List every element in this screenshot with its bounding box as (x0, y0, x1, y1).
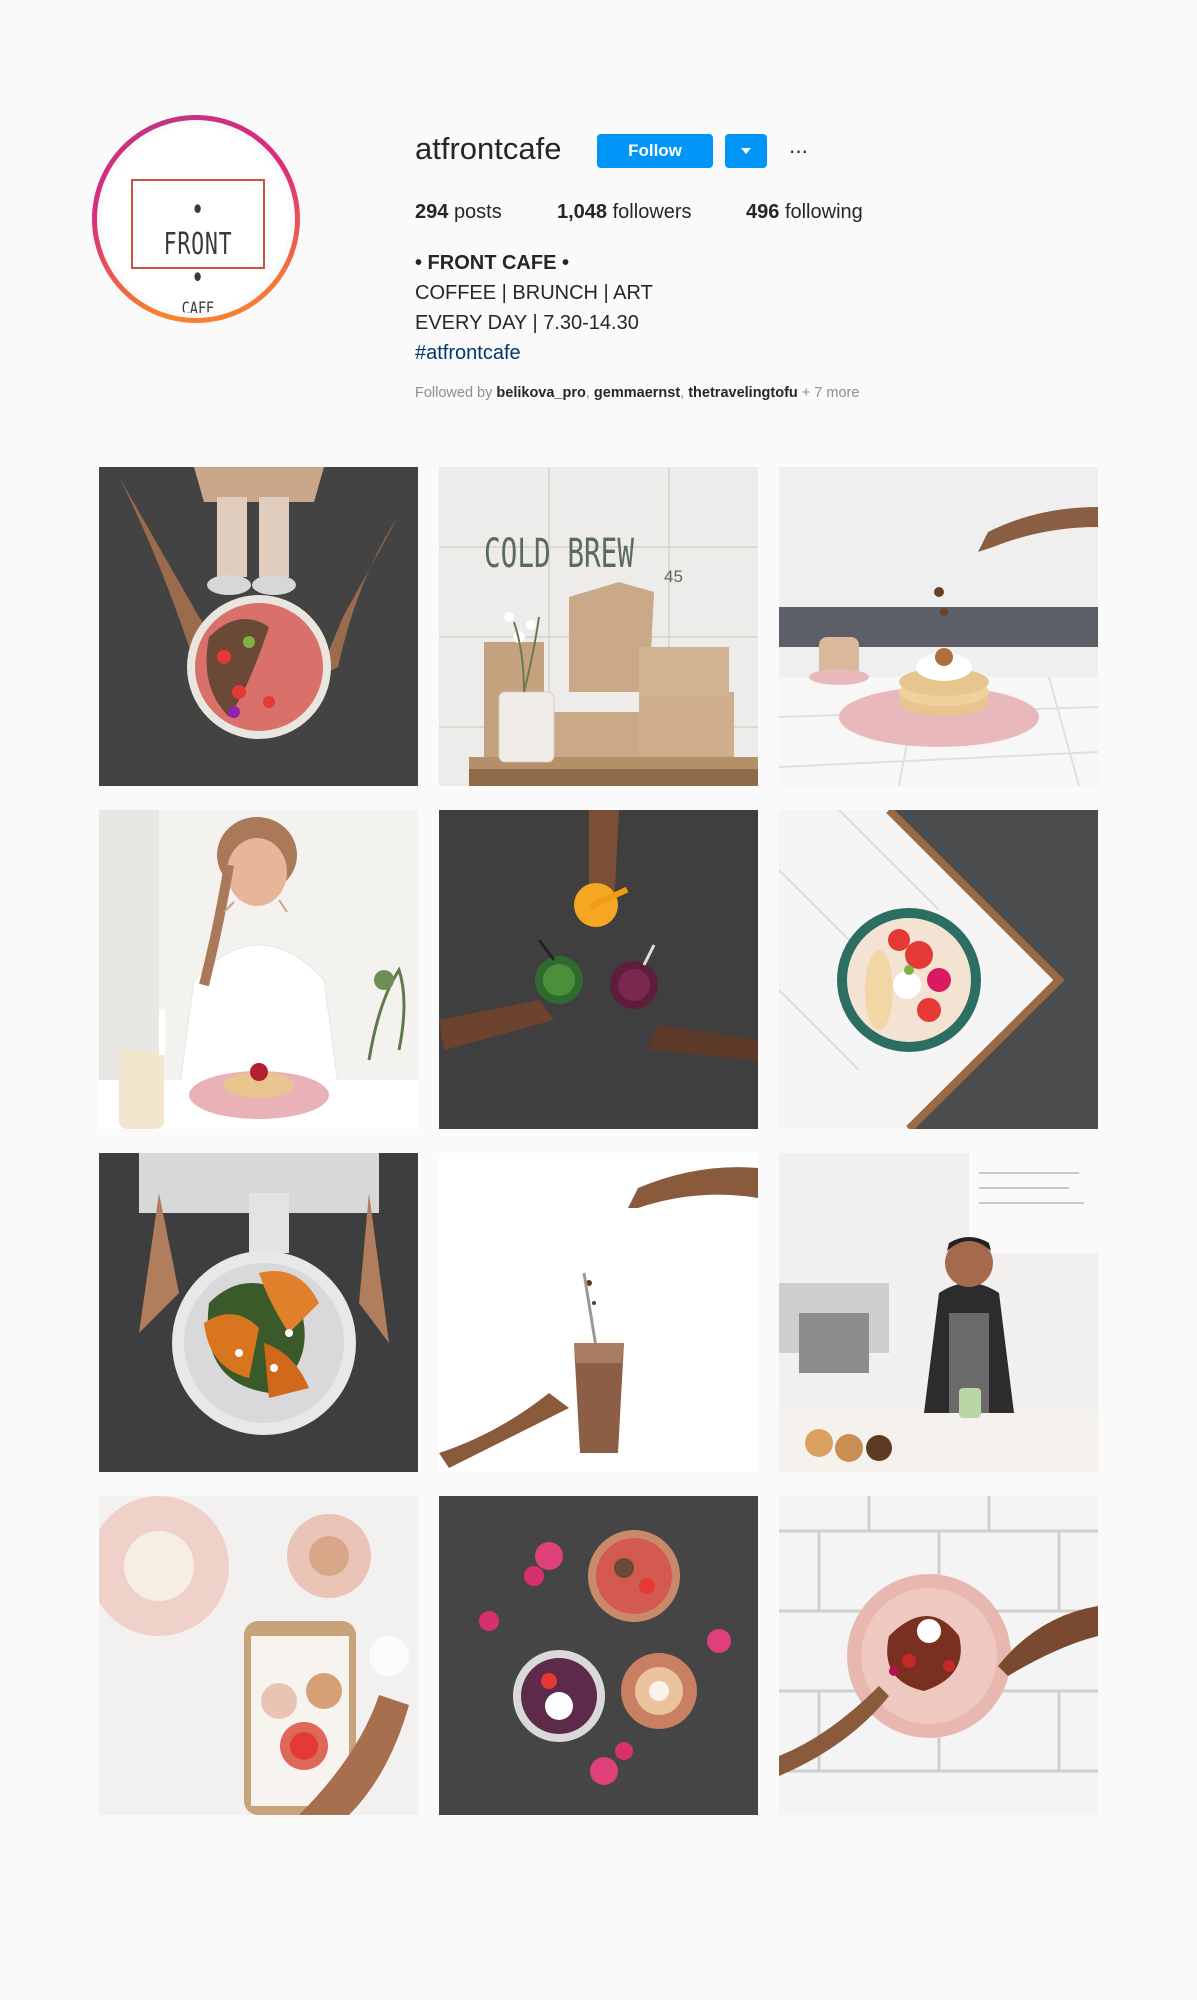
logo-subtitle: CAFE (181, 299, 215, 313)
following-label: following (784, 201, 863, 223)
cold-brew-sign: COLD BREW (484, 531, 635, 577)
cold-brew-number: 45 (664, 567, 683, 586)
followed-by-separator: , (585, 385, 590, 401)
post-thumbnail[interactable] (99, 810, 418, 1129)
smoothie-bowl-photo (99, 467, 418, 786)
profile-bio: • FRONT CAFE • COFFEE | BRUNCH | ART EVE… (415, 248, 653, 368)
followed-by-more[interactable]: + 7 more (802, 385, 860, 401)
bio-line-services: COFFEE | BRUNCH | ART (415, 282, 653, 304)
phone-photo-of-food (99, 1496, 418, 1815)
followed-by-user-link[interactable]: gemmaernst (594, 385, 680, 401)
pancakes-photo (779, 467, 1098, 786)
post-thumbnail[interactable] (779, 467, 1098, 786)
post-thumbnail[interactable] (779, 1496, 1098, 1815)
followed-by-user-link[interactable]: belikova_pro (496, 385, 585, 401)
avatar-photo: • FRONT • CAFE (102, 125, 290, 313)
following-count: 496 (746, 201, 780, 223)
followers-label: followers (612, 201, 692, 223)
barista-photo (779, 1153, 1098, 1472)
pumpkin-salad-photo (99, 1153, 418, 1472)
profile-username: atfrontcafe (415, 131, 562, 166)
pink-plate-dessert-photo (779, 1496, 1098, 1815)
profile-page: • FRONT • CAFE atfrontcafe Follow ··· 29… (0, 0, 1197, 2000)
followers-count: 1,048 (557, 201, 608, 223)
more-options-icon: ··· (788, 138, 809, 163)
followed-by-separator: , (680, 385, 685, 401)
logo-title: • FRONT • (163, 193, 233, 296)
post-thumbnail[interactable] (99, 1153, 418, 1472)
posts-label: posts (453, 201, 502, 223)
caret-down-icon (741, 148, 751, 154)
cold-brew-bags-photo: COLD BREW 45 (439, 467, 758, 786)
followed-by-user-link[interactable]: thetravelingtofu (688, 385, 798, 401)
posts-count: 294 (415, 201, 449, 223)
post-thumbnail[interactable] (439, 810, 758, 1129)
post-thumbnail[interactable] (439, 1496, 758, 1815)
bio-hashtag-link[interactable]: #atfrontcafe (415, 338, 653, 368)
avatar-gap: • FRONT • CAFE (97, 120, 295, 318)
post-thumbnail[interactable]: COLD BREW 45 (439, 467, 758, 786)
post-thumbnail[interactable] (99, 1496, 418, 1815)
chocolate-smoothie-photo (439, 1153, 758, 1472)
post-thumbnail[interactable] (439, 1153, 758, 1472)
woman-eating-pancakes-photo (99, 810, 418, 1129)
followers-link[interactable]: 1,048 followers (557, 198, 692, 226)
following-link[interactable]: 496 following (746, 198, 863, 226)
post-thumbnail[interactable] (99, 467, 418, 786)
follow-button[interactable]: Follow (597, 134, 713, 168)
fruit-bowl-photo (779, 810, 1098, 1129)
bio-display-name: • FRONT CAFE • (415, 252, 569, 274)
post-thumbnail[interactable] (779, 1153, 1098, 1472)
followed-by-prefix: Followed by (415, 385, 493, 401)
post-thumbnail[interactable] (779, 810, 1098, 1129)
flatlay-bowls-flowers-photo (439, 1496, 758, 1815)
bio-line-hours: EVERY DAY | 7.30-14.30 (415, 312, 639, 334)
cafe-logo: • FRONT • CAFE (131, 179, 265, 313)
posts-count-stat: 294 posts (415, 198, 502, 226)
followed-by-line: Followed by belikova_pro, gemmaernst, th… (415, 383, 859, 403)
profile-avatar[interactable]: • FRONT • CAFE (92, 115, 300, 323)
suggested-accounts-dropdown-button[interactable] (725, 134, 767, 168)
more-options-button[interactable]: ··· (785, 134, 811, 168)
smoothie-cheers-photo (439, 810, 758, 1129)
